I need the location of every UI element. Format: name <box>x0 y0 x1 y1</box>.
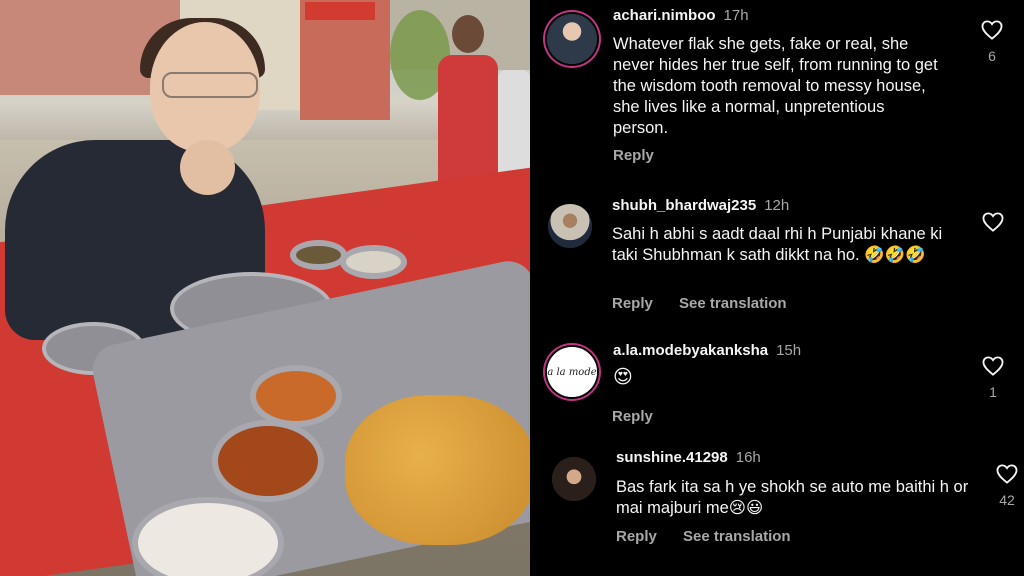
bowl <box>290 240 347 270</box>
comment-time: 15h <box>776 342 802 359</box>
reply-button[interactable]: Reply <box>612 295 653 312</box>
comment-text: Whatever flak she gets, fake or real, sh… <box>613 35 938 137</box>
avatar[interactable]: a la mode <box>547 347 597 397</box>
waiter-apron <box>438 55 498 185</box>
comment-actions: Reply <box>613 147 676 164</box>
comment-actions: Reply <box>612 408 675 425</box>
comment-time: 16h <box>735 449 761 466</box>
bowl <box>340 245 407 279</box>
comment-text: Sahi h abhi s aadt daal rhi h Punjabi kh… <box>612 225 943 264</box>
like-count: 6 <box>988 48 996 64</box>
like-button[interactable]: 6 <box>981 20 1003 64</box>
like-count: 1 <box>989 384 997 400</box>
comments-panel: achari.nimboo 17h Whatever flak she gets,… <box>530 0 1024 576</box>
heart-outline-icon[interactable] <box>982 212 1004 232</box>
comment-text: Bas fark ita sa h ye shokh se auto me ba… <box>616 478 969 517</box>
comment-username[interactable]: achari.nimboo 17h <box>613 7 749 24</box>
comment-actions: Reply See translation <box>612 295 809 312</box>
paratha <box>345 395 530 545</box>
comment-username[interactable]: sunshine.41298 16h <box>616 449 761 466</box>
heart-outline-icon[interactable] <box>982 356 1004 376</box>
see-translation-button[interactable]: See translation <box>683 528 791 545</box>
like-button[interactable]: 42 <box>996 464 1018 508</box>
like-button[interactable]: 1 <box>982 356 1004 400</box>
avatar[interactable] <box>548 204 592 248</box>
comment-time: 12h <box>764 197 790 214</box>
comment-actions: Reply See translation <box>616 528 813 545</box>
like-count: 42 <box>999 492 1015 508</box>
avatar[interactable] <box>552 457 596 501</box>
avatar-logo: a la mode <box>547 347 597 397</box>
heart-outline-icon[interactable] <box>981 20 1003 40</box>
reply-button[interactable]: Reply <box>613 147 654 164</box>
sabzi-bowl <box>250 365 342 427</box>
waiter-head <box>452 15 484 53</box>
comment-username[interactable]: shubh_bhardwaj235 12h <box>612 197 789 214</box>
comment-username[interactable]: a.la.modebyakanksha 15h <box>613 342 801 359</box>
post-photo <box>0 0 530 576</box>
comment-text: 😍 <box>613 366 633 388</box>
glasses <box>162 72 258 98</box>
curry-bowl <box>212 420 324 502</box>
reply-button[interactable]: Reply <box>616 528 657 545</box>
heart-outline-icon[interactable] <box>996 464 1018 484</box>
hand <box>180 140 235 195</box>
avatar[interactable] <box>547 14 597 64</box>
comment-time: 17h <box>723 7 749 24</box>
like-button[interactable] <box>982 212 1004 232</box>
shop-sign <box>305 2 375 20</box>
see-translation-button[interactable]: See translation <box>679 295 787 312</box>
reply-button[interactable]: Reply <box>612 408 653 425</box>
